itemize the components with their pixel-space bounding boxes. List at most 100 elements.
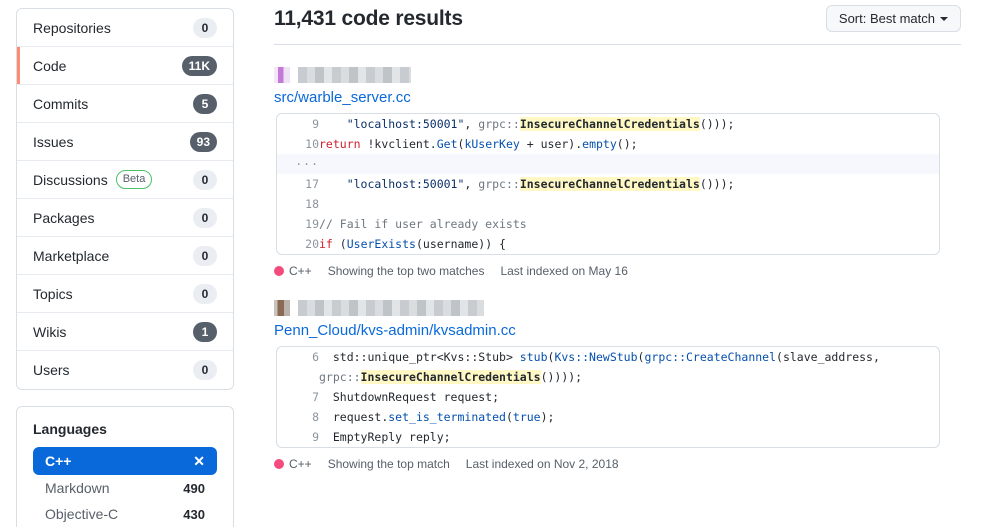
language-name: C++ <box>289 457 312 471</box>
sort-button[interactable]: Sort: Best match <box>825 5 961 32</box>
sidebar-item-packages[interactable]: Packages 0 <box>17 199 233 237</box>
line-number: 19 <box>305 217 319 231</box>
line-number: 7 <box>312 390 319 404</box>
close-icon[interactable]: ✕ <box>193 454 205 468</box>
sidebar-item-label: Wikis <box>33 323 67 340</box>
code-line-row: 18 <box>277 194 939 214</box>
code-token: grpc::CreateChannel <box>644 350 777 364</box>
file-path-link[interactable]: Penn_Cloud/kvs-admin/kvsadmin.cc <box>274 322 516 339</box>
language-label: Objective-C <box>45 506 119 522</box>
code-token: ( <box>332 237 347 251</box>
code-ellipsis-row: ··· <box>277 154 939 174</box>
search-type-nav: Repositories 0 Code 11K Commits 5 Issues 93 Disc… <box>16 8 234 390</box>
code-line-row: 9 EmptyReply reply; <box>277 427 939 447</box>
line-number: 10 <box>305 137 319 151</box>
code-token: std::unique_ptr<Kvs::Stub> <box>319 350 520 364</box>
code-line-content: return !kvclient.Get(kUserKey + user).em… <box>319 134 939 154</box>
sidebar-item-count: 0 <box>193 207 217 228</box>
repository-owner-redacted <box>274 300 961 316</box>
sidebar-item-topics[interactable]: Topics 0 <box>17 275 233 313</box>
code-line-content: request.set_is_terminated(true); <box>319 407 939 427</box>
code-token: ())); <box>699 117 735 131</box>
code-token: // Fail if user already exists <box>319 217 527 231</box>
code-line-content: "localhost:50001", grpc::InsecureChannel… <box>319 114 939 134</box>
beta-badge: Beta <box>115 170 153 189</box>
sidebar-item-count: 0 <box>193 360 217 380</box>
language-color-dot-icon <box>274 459 284 469</box>
sidebar-item-issues[interactable]: Issues 93 <box>17 123 233 161</box>
code-line-content: EmptyReply reply; <box>319 427 939 447</box>
sidebar-item-count: 0 <box>193 245 217 266</box>
language-filter-markdown[interactable]: Markdown 490 <box>33 475 217 501</box>
sidebar-item-commits[interactable]: Commits 5 <box>17 85 233 123</box>
language-filter-objective-c[interactable]: Objective-C 430 <box>33 501 217 527</box>
sidebar-item-left: Issues <box>33 134 73 150</box>
sidebar-item-discussions[interactable]: Discussions Beta 0 <box>17 161 233 199</box>
repository-name-redacted <box>298 300 484 316</box>
sidebar-item-left: Wikis <box>33 324 66 340</box>
repository-owner-redacted <box>274 67 961 83</box>
code-line-row: 7 ShutdownRequest request; <box>277 387 939 407</box>
language-indicator: C++ <box>274 264 312 278</box>
line-number: 6 <box>312 350 319 364</box>
code-token: ); <box>540 410 555 424</box>
code-line-content: if (UserExists(username)) { <box>319 234 939 254</box>
sidebar-item-label: Topics <box>33 285 73 302</box>
line-number: 9 <box>312 430 319 444</box>
code-line-row: 8 request.set_is_terminated(true); <box>277 407 939 427</box>
language-filter-cpp[interactable]: C++ ✕ <box>33 447 217 475</box>
line-number: 18 <box>305 197 319 211</box>
sidebar-item-left: Discussions Beta <box>33 170 153 189</box>
sidebar-item-label: Issues <box>33 133 74 150</box>
sidebar-item-left: Code <box>33 58 66 74</box>
code-result: Penn_Cloud/kvs-admin/kvsadmin.cc6 std::u… <box>274 278 961 471</box>
code-token: (slave_address, <box>776 350 887 364</box>
sidebar-item-code[interactable]: Code 11K <box>17 47 233 85</box>
sidebar-item-count: 0 <box>193 17 217 38</box>
code-token: stub <box>519 350 548 364</box>
code-line-row: 19// Fail if user already exists <box>277 214 939 234</box>
code-token: grpc:: <box>478 177 520 191</box>
file-path-link[interactable]: src/warble_server.cc <box>274 89 411 106</box>
code-token: EmptyReply reply; <box>319 430 451 444</box>
sidebar-item-left: Commits <box>33 96 88 112</box>
sidebar-item-left: Marketplace <box>33 248 109 264</box>
line-number: 8 <box>312 410 319 424</box>
language-color-dot-icon <box>274 266 284 276</box>
sidebar-item-count: 0 <box>193 169 217 190</box>
search-match-highlight: InsecureChannelCredentials <box>360 370 541 384</box>
sidebar-item-label: Code <box>33 57 67 74</box>
code-line-content: std::unique_ptr<Kvs::Stub> stub(Kvs::New… <box>319 347 939 387</box>
sidebar-item-marketplace[interactable]: Marketplace 0 <box>17 237 233 275</box>
code-table: 9 "localhost:50001", grpc::InsecureChann… <box>277 114 939 254</box>
code-line-row: 20 if (UserExists(username)) { <box>277 234 939 254</box>
sidebar-item-wikis[interactable]: Wikis 1 <box>17 313 233 351</box>
code-token: !kvclient. <box>367 137 437 151</box>
sidebar-item-count: 5 <box>193 93 217 114</box>
sidebar-item-users[interactable]: Users 0 <box>17 351 233 389</box>
search-match-highlight: InsecureChannelCredentials <box>519 117 700 131</box>
match-count-text: Showing the top match <box>327 457 450 471</box>
line-number: 9 <box>312 117 319 131</box>
language-label: C++ <box>45 453 72 469</box>
sidebar-item-count: 1 <box>193 321 217 342</box>
code-line-content: "localhost:50001", grpc::InsecureChannel… <box>319 174 939 194</box>
code-token: grpc:: <box>319 370 361 384</box>
code-line-content: ShutdownRequest request; <box>319 387 939 407</box>
code-line-row: 10 return !kvclient.Get(kUserKey + user).… <box>277 134 939 154</box>
sidebar-item-repositories[interactable]: Repositories 0 <box>17 9 233 47</box>
sidebar-item-label: Commits <box>33 95 89 112</box>
code-token: , <box>464 117 479 131</box>
sidebar-item-left: Topics <box>33 286 73 302</box>
code-token: ShutdownRequest request; <box>319 390 500 404</box>
sidebar-item-left: Packages <box>33 210 94 226</box>
repository-name-redacted <box>298 67 411 83</box>
code-token: Kvs::NewStub <box>554 350 638 364</box>
line-number: ··· <box>295 157 319 171</box>
sidebar-item-label: Packages <box>33 209 95 226</box>
result-meta: C++ Showing the top match Last indexed on … <box>274 457 961 471</box>
code-token: + user). <box>519 137 583 151</box>
language-name: C++ <box>289 264 312 278</box>
code-token: "localhost:50001" <box>346 177 465 191</box>
